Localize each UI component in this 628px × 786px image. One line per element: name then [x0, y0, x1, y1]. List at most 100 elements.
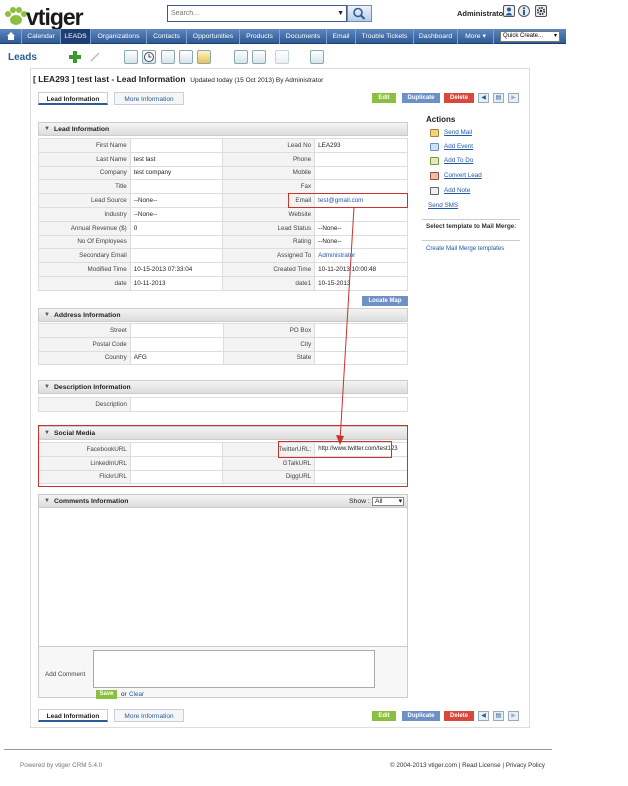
nav-more[interactable]: More ▾: [458, 29, 494, 44]
info-icon[interactable]: [518, 5, 530, 17]
home-icon[interactable]: [0, 29, 22, 44]
field-label: Secondary Email: [38, 248, 131, 264]
module-title[interactable]: Leads: [8, 52, 37, 63]
search-dropdown-icon[interactable]: ▼: [337, 10, 344, 17]
jump-record-icon[interactable]: ▤: [493, 711, 504, 721]
export-icon[interactable]: [252, 50, 266, 64]
comment-textarea[interactable]: [93, 650, 375, 688]
field-value[interactable]: [314, 336, 408, 352]
duplicate-button-bottom[interactable]: Duplicate: [402, 711, 440, 721]
nav-dashboard[interactable]: Dashboard: [414, 29, 458, 44]
edit-button-bottom[interactable]: Edit: [372, 711, 396, 721]
delete-button-bottom[interactable]: Delete: [444, 711, 474, 721]
footer-copyright[interactable]: © 2004-2013 vtiger.com | Read License | …: [390, 762, 545, 769]
calculator-icon[interactable]: [161, 50, 175, 64]
field-value[interactable]: [129, 248, 224, 264]
quick-create-select[interactable]: Quick Create... ▾: [500, 31, 560, 42]
field-value[interactable]: 0: [129, 220, 224, 236]
search-box[interactable]: ▼: [167, 5, 347, 22]
add-note-link[interactable]: Add Note: [444, 187, 470, 194]
clear-comment-link[interactable]: Clear: [129, 691, 144, 698]
nav-opportunities[interactable]: Opportunities: [187, 29, 240, 44]
tab-more-information-bottom[interactable]: More Information: [114, 709, 184, 722]
field-value[interactable]: AFG: [129, 350, 224, 366]
actions-title: Actions: [426, 115, 456, 124]
field-label: date1: [222, 275, 316, 291]
field-value[interactable]: [314, 350, 408, 366]
save-comment-button[interactable]: Save: [96, 690, 117, 699]
next-record-icon[interactable]: ▶: [508, 711, 519, 721]
search-input[interactable]: [168, 6, 328, 21]
add-event-link[interactable]: Add Event: [444, 143, 473, 150]
field-value[interactable]: [314, 179, 408, 195]
field-value[interactable]: LEA293: [314, 138, 408, 153]
comments-filter-select[interactable]: All ▾: [372, 497, 404, 506]
field-value[interactable]: --None--: [314, 234, 408, 250]
duplicate-button[interactable]: Duplicate: [402, 93, 440, 103]
add-record-icon[interactable]: [68, 50, 82, 64]
field-value[interactable]: [129, 138, 224, 153]
field-value[interactable]: --None--: [129, 193, 224, 208]
chat-icon[interactable]: [179, 50, 193, 64]
field-value[interactable]: [129, 179, 224, 195]
field-value[interactable]: 10-15-2013: [314, 275, 408, 291]
previous-record-icon[interactable]: ◀: [478, 93, 489, 103]
search-records-icon[interactable]: [88, 50, 102, 64]
field-value[interactable]: [314, 165, 408, 181]
import-icon[interactable]: [234, 50, 248, 64]
nav-organizations[interactable]: Organizations: [91, 29, 147, 44]
user-preferences-icon[interactable]: [503, 5, 515, 17]
nav-contacts[interactable]: Contacts: [147, 29, 187, 44]
previous-record-icon[interactable]: ◀: [478, 711, 489, 721]
vtiger-logo[interactable]: vtiger: [4, 4, 99, 30]
create-mail-merge-link[interactable]: Create Mail Merge templates: [426, 245, 504, 252]
field-value[interactable]: 10-15-2013 07:33:04: [129, 262, 224, 277]
field-label: Phone: [222, 151, 316, 167]
nav-leads[interactable]: LEADS: [61, 29, 91, 44]
field-value[interactable]: [129, 336, 224, 352]
field-value[interactable]: 10-11-2013: [129, 275, 224, 291]
nav-trouble-tickets[interactable]: Trouble Tickets: [356, 29, 414, 44]
section-comments-information[interactable]: ▼ Comments Information Show : All ▾: [38, 494, 408, 508]
tab-lead-information[interactable]: Lead Information: [38, 92, 108, 105]
nav-documents[interactable]: Documents: [280, 29, 327, 44]
field-value[interactable]: [314, 206, 408, 222]
jump-record-icon[interactable]: ▤: [493, 93, 504, 103]
edit-button[interactable]: Edit: [372, 93, 396, 103]
add-todo-link[interactable]: Add To Do: [444, 157, 473, 164]
field-value[interactable]: test company: [129, 165, 224, 181]
settings-tools-icon[interactable]: [310, 50, 324, 64]
convert-lead-icon: [430, 172, 439, 180]
next-record-icon[interactable]: ▶: [508, 93, 519, 103]
send-sms-link[interactable]: Send SMS: [428, 202, 458, 209]
search-button[interactable]: [347, 5, 372, 22]
find-duplicates-icon[interactable]: [275, 50, 289, 64]
last-viewed-icon[interactable]: [197, 50, 211, 64]
send-mail-link[interactable]: Send Mail: [444, 129, 472, 136]
field-value[interactable]: [314, 323, 408, 338]
field-value[interactable]: --None--: [129, 206, 224, 222]
field-value[interactable]: [129, 234, 224, 250]
field-value[interactable]: test last: [129, 151, 224, 167]
field-value[interactable]: Administrator: [314, 248, 408, 264]
nav-calendar[interactable]: Calendar: [22, 29, 61, 44]
chevron-down-icon: ▾: [553, 33, 557, 39]
clock-icon[interactable]: [142, 50, 156, 64]
locate-map-button[interactable]: Locate Map: [362, 296, 408, 306]
delete-button[interactable]: Delete: [444, 93, 474, 103]
tab-more-information[interactable]: More Information: [114, 92, 184, 105]
convert-lead-link[interactable]: Convert Lead: [444, 172, 482, 179]
field-value[interactable]: [129, 323, 224, 338]
field-value[interactable]: [314, 151, 408, 167]
nav-email[interactable]: Email: [327, 29, 356, 44]
logo-text: vtiger: [26, 4, 84, 30]
field-value[interactable]: 10-11-2013 10:00:48: [314, 262, 408, 277]
nav-products[interactable]: Products: [240, 29, 280, 44]
description-value[interactable]: [129, 397, 409, 412]
field-label: Lead Source: [38, 193, 131, 208]
calendar-icon[interactable]: [124, 50, 138, 64]
settings-gear-icon[interactable]: [535, 5, 547, 17]
tab-lead-information-bottom[interactable]: Lead Information: [38, 709, 108, 722]
field-value[interactable]: --None--: [314, 220, 408, 236]
section-lead-information[interactable]: ▼ Lead Information: [38, 122, 408, 136]
